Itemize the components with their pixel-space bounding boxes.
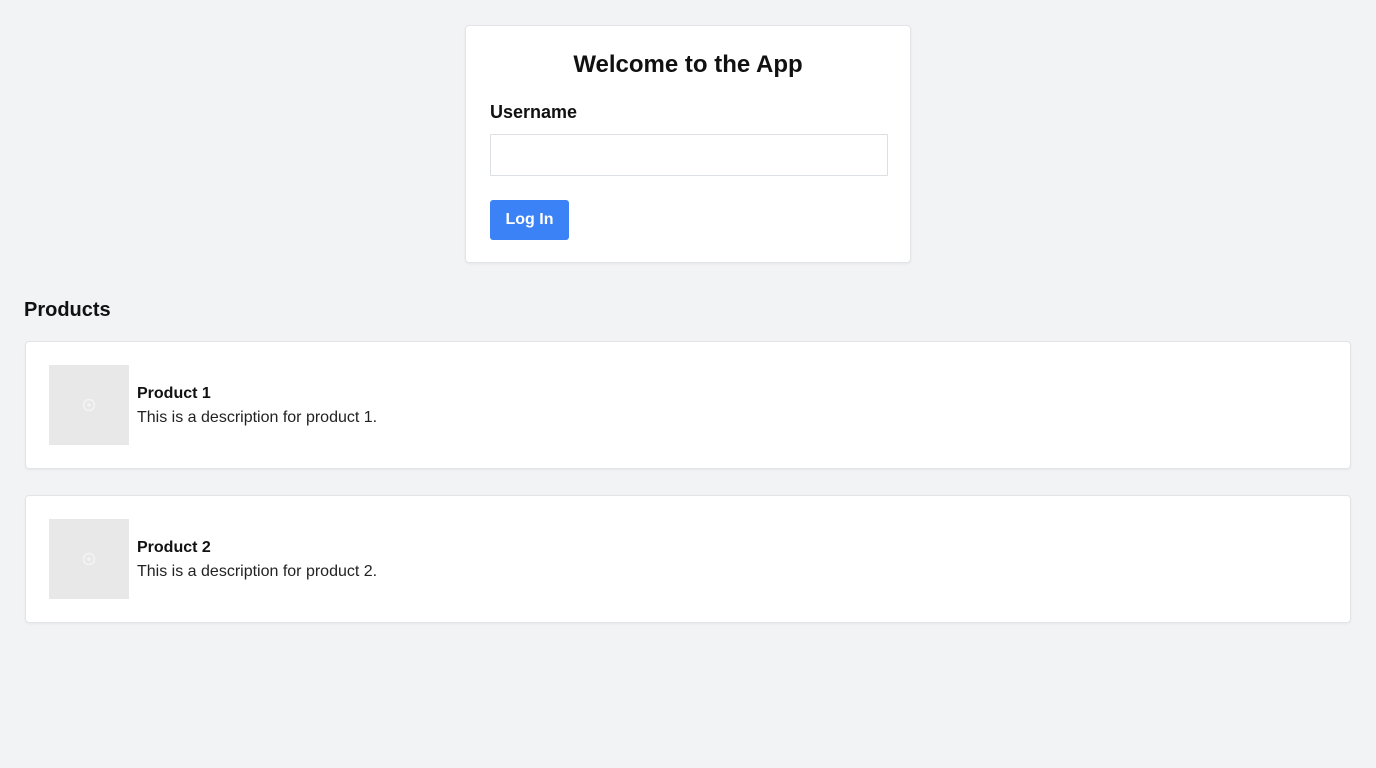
product-image xyxy=(49,365,129,445)
product-description: This is a description for product 2. xyxy=(137,563,378,580)
product-name: Product 1 xyxy=(137,385,211,402)
username-input[interactable] xyxy=(490,134,888,176)
image-placeholder-icon xyxy=(82,552,96,566)
username-label: Username xyxy=(490,102,578,122)
product-card: Product 2 This is a description for prod… xyxy=(25,495,1351,623)
product-image xyxy=(49,519,129,599)
login-card: Welcome to the App Username Log In xyxy=(465,25,911,263)
products-heading: Products xyxy=(24,299,111,321)
product-description: This is a description for product 1. xyxy=(137,409,378,426)
login-button[interactable]: Log In xyxy=(490,200,569,240)
image-placeholder-icon xyxy=(82,398,96,412)
page: Welcome to the App Username Log In Produ… xyxy=(0,0,1376,768)
product-card: Product 1 This is a description for prod… xyxy=(25,341,1351,469)
product-name: Product 2 xyxy=(137,539,211,556)
login-title: Welcome to the App xyxy=(573,51,803,78)
